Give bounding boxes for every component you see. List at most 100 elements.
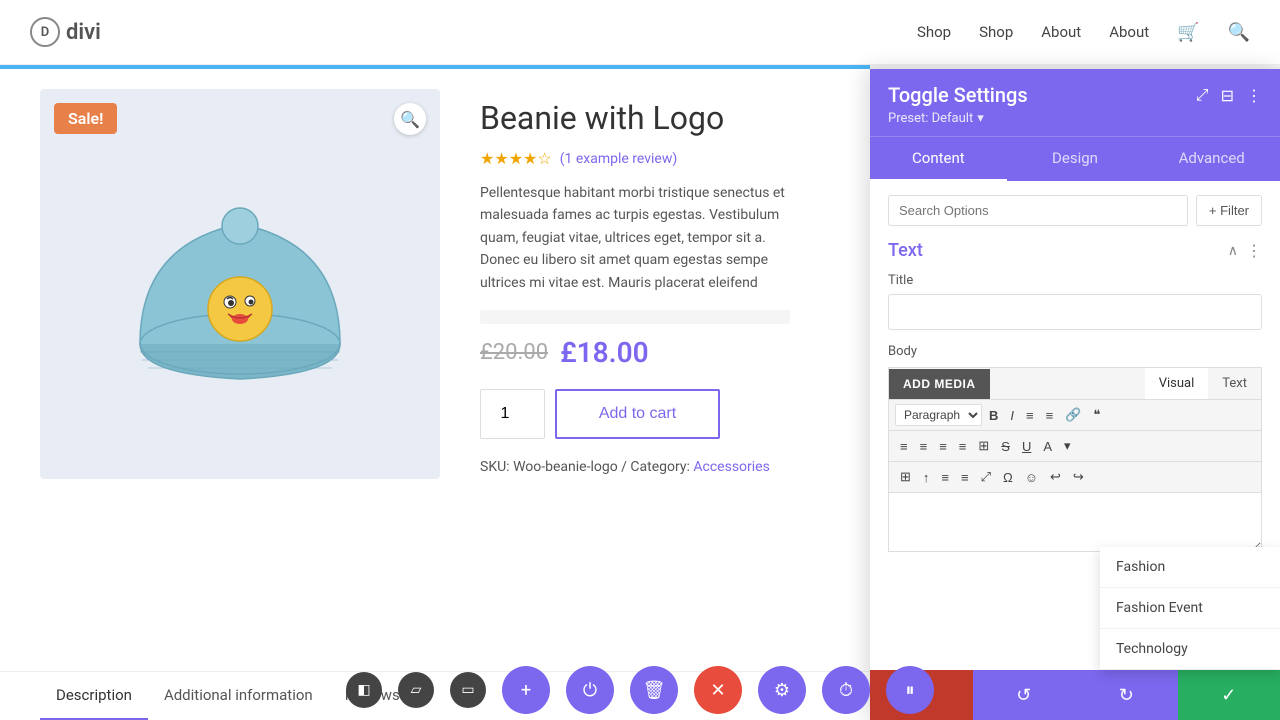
sale-badge: Sale!: [54, 103, 117, 134]
undo-button[interactable]: ↩: [1045, 466, 1066, 488]
panel-preset[interactable]: Preset: Default ▾: [888, 111, 1262, 126]
paste-button[interactable]: ⊞: [895, 466, 916, 488]
preset-label: Preset: Default: [888, 111, 973, 126]
product-title: Beanie with Logo: [480, 99, 790, 137]
section-more-icon[interactable]: ⋮: [1246, 241, 1262, 260]
align-left-button[interactable]: ≡: [895, 436, 913, 457]
color-dropdown-button[interactable]: ▾: [1059, 435, 1076, 457]
dropdown-item-technology[interactable]: Technology: [1100, 629, 1280, 670]
outdent-button[interactable]: ≡: [956, 467, 974, 488]
product-details: Beanie with Logo ★★★★☆ (1 example review…: [480, 89, 790, 479]
small-toolbar-right[interactable]: ▭: [450, 672, 486, 708]
close-button[interactable]: ✕: [694, 666, 742, 714]
new-price: £18.00: [560, 336, 649, 369]
preset-chevron-icon: ▾: [977, 111, 984, 126]
power-button[interactable]: ⏻: [566, 666, 614, 714]
table-button[interactable]: ⊞: [973, 435, 994, 457]
image-zoom-icon[interactable]: 🔍: [394, 103, 426, 135]
redo-button[interactable]: ↻: [1075, 670, 1178, 720]
toggle-settings-panel: Toggle Settings ⤢ ⊟ ⋮ Preset: Default ▾ …: [870, 69, 1280, 720]
quantity-input[interactable]: [480, 389, 545, 439]
reset-button[interactable]: ↺: [973, 670, 1076, 720]
fullscreen-button[interactable]: ⤢: [976, 466, 996, 488]
sku-row: SKU: Woo-beanie-logo / Category: Accesso…: [480, 459, 790, 475]
cart-icon[interactable]: 🛒: [1177, 22, 1199, 43]
panel-tabs: Content Design Advanced: [870, 136, 1280, 181]
star-rating: ★★★★☆: [480, 149, 552, 168]
tab-design[interactable]: Design: [1007, 137, 1144, 181]
main-content: Sale! 🔍: [0, 69, 1280, 720]
tab-description[interactable]: Description: [40, 672, 148, 720]
body-editor-toolbar: ADD MEDIA Visual Text: [888, 367, 1262, 399]
add-media-button[interactable]: ADD MEDIA: [889, 369, 990, 399]
justify-button[interactable]: ≡: [954, 436, 972, 457]
redo-editor-button[interactable]: ↪: [1068, 466, 1089, 488]
panel-title: Toggle Settings: [888, 83, 1028, 107]
small-toolbar-left[interactable]: ◧: [346, 672, 382, 708]
text-section-header: Text ∧ ⋮: [888, 240, 1262, 261]
body-editor-textarea[interactable]: [888, 492, 1262, 552]
add-to-cart-button[interactable]: Add to cart: [555, 389, 720, 439]
sku-value: Woo-beanie-logo: [513, 459, 618, 475]
confirm-button[interactable]: ✓: [1178, 670, 1280, 720]
underline-button[interactable]: U: [1017, 436, 1036, 457]
sku-label: SKU:: [480, 459, 510, 475]
price-row: £20.00 £18.00: [480, 336, 790, 369]
expand-icon[interactable]: ⤢: [1196, 85, 1209, 105]
indent-button[interactable]: ≡: [936, 467, 954, 488]
category-dropdown: Fashion Fashion Event Technology: [1100, 547, 1280, 670]
align-center-button[interactable]: ≡: [915, 436, 933, 457]
blockquote-button[interactable]: ❝: [1088, 404, 1105, 426]
title-field-input[interactable]: [888, 294, 1262, 330]
italic-button[interactable]: I: [1005, 405, 1019, 426]
settings-button[interactable]: ⚙: [758, 666, 806, 714]
align-right-button[interactable]: ≡: [934, 436, 952, 457]
add-module-button[interactable]: +: [502, 666, 550, 714]
special-char-button[interactable]: Ω: [998, 467, 1018, 488]
tab-advanced[interactable]: Advanced: [1143, 137, 1280, 181]
section-collapse-icon[interactable]: ∧: [1228, 243, 1238, 259]
product-rating: ★★★★☆ (1 example review): [480, 149, 790, 168]
format-row-1: Paragraph Heading 1 Heading 2 B I ≡ ≡ 🔗 …: [888, 399, 1262, 430]
tab-additional-info[interactable]: Additional information: [148, 672, 329, 720]
filter-button[interactable]: + Filter: [1196, 195, 1262, 226]
strikethrough-button[interactable]: S: [996, 436, 1015, 457]
columns-icon[interactable]: ⊟: [1221, 86, 1234, 105]
dropdown-item-fashion[interactable]: Fashion: [1100, 547, 1280, 588]
options-search-input[interactable]: [888, 195, 1188, 226]
category-label: Category:: [630, 459, 689, 475]
text-color-button[interactable]: A: [1038, 436, 1057, 457]
emoji-button[interactable]: ☺: [1020, 467, 1043, 488]
search-options-row: + Filter: [888, 195, 1262, 226]
product-image: [40, 89, 440, 479]
nav-shop-1[interactable]: Shop: [917, 23, 951, 41]
tab-content[interactable]: Content: [870, 137, 1007, 181]
paragraph-select[interactable]: Paragraph Heading 1 Heading 2: [895, 404, 982, 426]
link-button[interactable]: 🔗: [1060, 404, 1086, 426]
delete-button[interactable]: 🗑: [630, 666, 678, 714]
small-toolbar-mid[interactable]: ▱: [398, 672, 434, 708]
logo-text: divi: [66, 20, 101, 45]
visual-tab[interactable]: Visual: [1145, 368, 1209, 399]
category-link[interactable]: Accessories: [693, 459, 769, 475]
nav-about-2[interactable]: About: [1109, 23, 1149, 41]
bold-button[interactable]: B: [984, 405, 1003, 426]
logo[interactable]: D divi: [30, 17, 101, 47]
search-icon[interactable]: 🔍: [1228, 22, 1250, 43]
nav-shop-2[interactable]: Shop: [979, 23, 1013, 41]
unordered-list-button[interactable]: ≡: [1021, 405, 1039, 426]
nav-about-1[interactable]: About: [1041, 23, 1081, 41]
pause-button[interactable]: ⏸: [886, 666, 934, 714]
panel-header: Toggle Settings ⤢ ⊟ ⋮ Preset: Default ▾: [870, 69, 1280, 136]
rating-review-link[interactable]: (1 example review): [560, 151, 678, 167]
text-tab[interactable]: Text: [1208, 368, 1261, 399]
title-field-label: Title: [888, 273, 1262, 288]
product-description-extra: [480, 310, 790, 324]
subscript-button[interactable]: ↑: [918, 467, 935, 488]
ordered-list-button[interactable]: ≡: [1041, 405, 1059, 426]
more-options-icon[interactable]: ⋮: [1246, 86, 1262, 105]
logo-circle-icon: D: [30, 17, 60, 47]
timer-button[interactable]: ⏱: [822, 666, 870, 714]
product-description: Pellentesque habitant morbi tristique se…: [480, 182, 790, 294]
dropdown-item-fashion-event[interactable]: Fashion Event: [1100, 588, 1280, 629]
